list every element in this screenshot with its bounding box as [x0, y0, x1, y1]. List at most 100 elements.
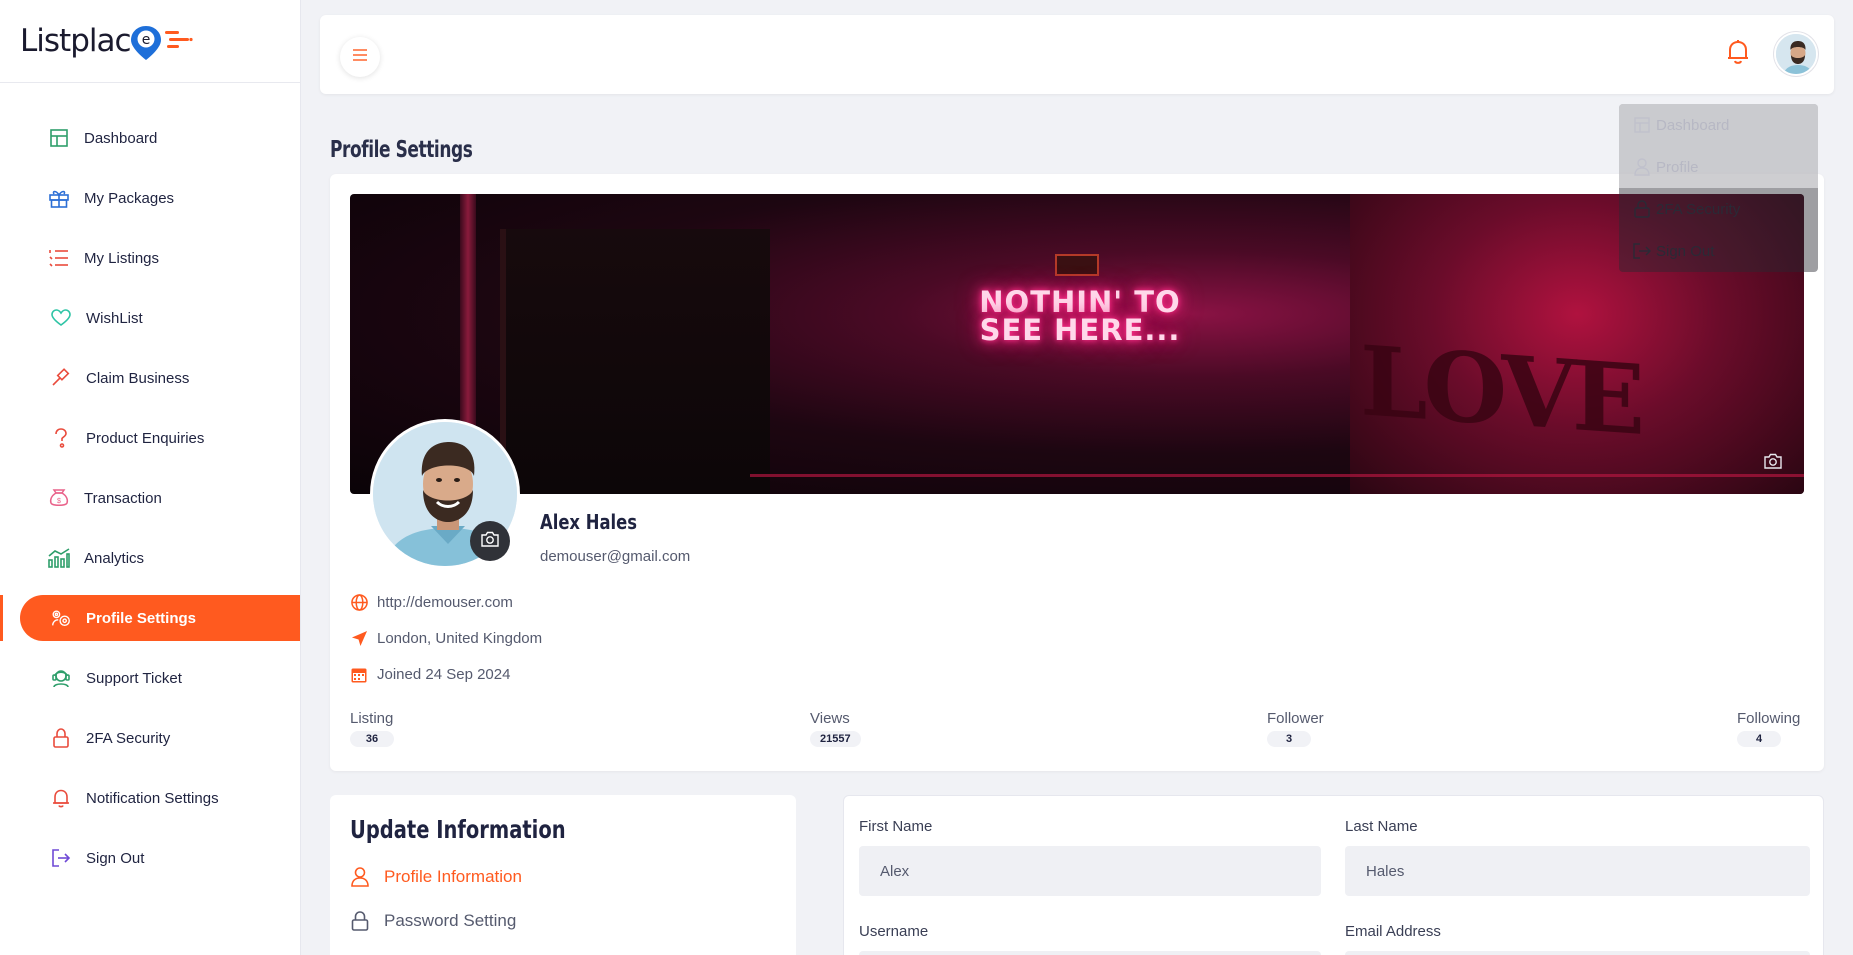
sidebar-item-label: WishList — [86, 309, 143, 327]
stat-label: Views — [810, 710, 850, 727]
stat-following: Following 4 — [1737, 710, 1800, 747]
page-title: Profile Settings — [330, 137, 473, 163]
profile-name: Alex Hales — [540, 510, 638, 534]
money-bag-icon: $ — [48, 487, 70, 509]
dropdown-item-label: 2FA Security — [1656, 200, 1741, 218]
bell-icon — [1726, 39, 1750, 70]
email-field[interactable] — [1345, 951, 1810, 955]
lock-icon — [50, 727, 72, 749]
svg-text:$: $ — [57, 498, 61, 505]
logo-letter: e — [141, 32, 150, 48]
sidebar-item-wishlist[interactable]: WishList — [20, 295, 300, 341]
sidebar-item-sign-out[interactable]: Sign Out — [20, 835, 300, 881]
tab-password-setting[interactable]: Password Setting — [350, 911, 516, 931]
profile-website: http://demouser.com — [350, 593, 513, 611]
profile-website-link[interactable]: http://demouser.com — [377, 594, 513, 611]
sidebar-item-transaction[interactable]: $ Transaction — [20, 475, 300, 521]
grid-icon — [1633, 116, 1651, 134]
sidebar-item-2fa-security[interactable]: 2FA Security — [20, 715, 300, 761]
tab-label: Profile Information — [384, 867, 522, 886]
dropdown-item-sign-out[interactable]: Sign Out — [1619, 230, 1818, 272]
sidebar-item-my-packages[interactable]: My Packages — [20, 175, 300, 221]
cover-neon-text: NOTHIN' TO SEE HERE... — [950, 285, 1210, 347]
stat-value: 36 — [350, 731, 394, 747]
stat-label: Follower — [1267, 710, 1324, 727]
sidebar-item-support-ticket[interactable]: Support Ticket — [20, 655, 300, 701]
sidebar-item-label: Support Ticket — [86, 669, 182, 687]
gavel-icon — [50, 367, 72, 389]
dropdown-item-label: Dashboard — [1656, 116, 1730, 134]
cover-door — [500, 229, 770, 494]
heart-icon — [50, 307, 72, 329]
last-name-field[interactable] — [1345, 846, 1810, 896]
sidebar-nav: Dashboard My Packages My Listings WishLi… — [0, 83, 300, 881]
sidebar-item-label: Claim Business — [86, 369, 190, 387]
user-dropdown-menu: Dashboard Profile 2FA Security Sign Out — [1619, 104, 1818, 272]
sidebar-item-label: 2FA Security — [86, 729, 171, 747]
profile-location-text: London, United Kingdom — [377, 629, 543, 647]
first-name-field[interactable] — [859, 846, 1321, 896]
sidebar-item-label: My Packages — [84, 189, 175, 207]
profile-card: NOTHIN' TO SEE HERE... LOVE Alex Hales d… — [330, 174, 1824, 771]
update-information-card: Update Information Profile Information P… — [330, 795, 796, 955]
stat-label: Following — [1737, 710, 1801, 727]
change-cover-button[interactable] — [1758, 448, 1788, 478]
sidebar-item-label: Profile Settings — [86, 609, 197, 627]
notifications-button[interactable] — [1723, 39, 1753, 69]
lock-icon — [1633, 200, 1651, 218]
profile-location: London, United Kingdom — [350, 629, 542, 647]
profile-email: demouser@gmail.com — [540, 548, 691, 565]
sidebar-item-label: My Listings — [84, 249, 160, 267]
bell-icon — [50, 787, 72, 809]
username-field[interactable] — [859, 951, 1321, 955]
sidebar-item-notification-settings[interactable]: Notification Settings — [20, 775, 300, 821]
sidebar-item-claim-business[interactable]: Claim Business — [20, 355, 300, 401]
dropdown-item-label: Profile — [1656, 158, 1699, 176]
dropdown-item-dashboard[interactable]: Dashboard — [1619, 104, 1818, 146]
list-icon — [48, 247, 70, 269]
sidebar-item-my-listings[interactable]: My Listings — [20, 235, 300, 281]
cover-floor-line — [750, 474, 1804, 477]
sidebar-item-label: Analytics — [84, 549, 145, 567]
email-label: Email Address — [1345, 923, 1441, 940]
sign-out-icon — [50, 847, 72, 869]
profile-joined: Joined 24 Sep 2024 — [350, 665, 510, 683]
dropdown-item-2fa-security[interactable]: 2FA Security — [1619, 188, 1818, 230]
sidebar-item-label: Product Enquiries — [86, 429, 205, 447]
question-icon — [50, 427, 72, 449]
neon-line-1: NOTHIN' TO — [979, 285, 1181, 319]
sign-out-icon — [1633, 242, 1651, 260]
sidebar-item-label: Sign Out — [86, 849, 145, 867]
change-avatar-button[interactable] — [470, 521, 510, 561]
calendar-icon — [350, 665, 368, 683]
logo-pin-icon: e — [129, 24, 163, 60]
avatar — [1776, 34, 1816, 74]
sidebar-item-dashboard[interactable]: Dashboard — [20, 115, 300, 161]
sidebar-item-product-enquiries[interactable]: Product Enquiries — [20, 415, 300, 461]
cover-exit-sign — [1055, 254, 1099, 276]
stat-value: 4 — [1737, 731, 1781, 747]
logo[interactable]: Listplac e — [0, 0, 300, 83]
user-icon — [350, 867, 370, 887]
grid-icon — [48, 127, 70, 149]
first-name-label: First Name — [859, 818, 933, 835]
camera-icon — [1764, 453, 1782, 474]
dropdown-item-label: Sign Out — [1656, 242, 1715, 260]
sidebar-item-label: Notification Settings — [86, 789, 219, 807]
sidebar-item-label: Dashboard — [84, 129, 158, 147]
dropdown-item-profile[interactable]: Profile — [1619, 146, 1818, 188]
sidebar-item-profile-settings[interactable]: Profile Settings — [0, 595, 300, 641]
logo-speed-lines-icon — [164, 28, 193, 55]
last-name-label: Last Name — [1345, 818, 1418, 835]
neon-line-2: SEE HERE... — [979, 313, 1181, 347]
username-label: Username — [859, 923, 929, 940]
tab-profile-information[interactable]: Profile Information — [350, 867, 522, 887]
sidebar-item-analytics[interactable]: Analytics — [20, 535, 300, 581]
stat-views: Views 21557 — [810, 710, 861, 747]
topbar — [320, 15, 1834, 94]
user-avatar-button[interactable] — [1774, 32, 1818, 76]
stat-value: 3 — [1267, 731, 1311, 747]
menu-toggle-button[interactable] — [340, 37, 380, 77]
update-information-title: Update Information — [350, 815, 566, 844]
tab-label: Password Setting — [384, 911, 517, 930]
